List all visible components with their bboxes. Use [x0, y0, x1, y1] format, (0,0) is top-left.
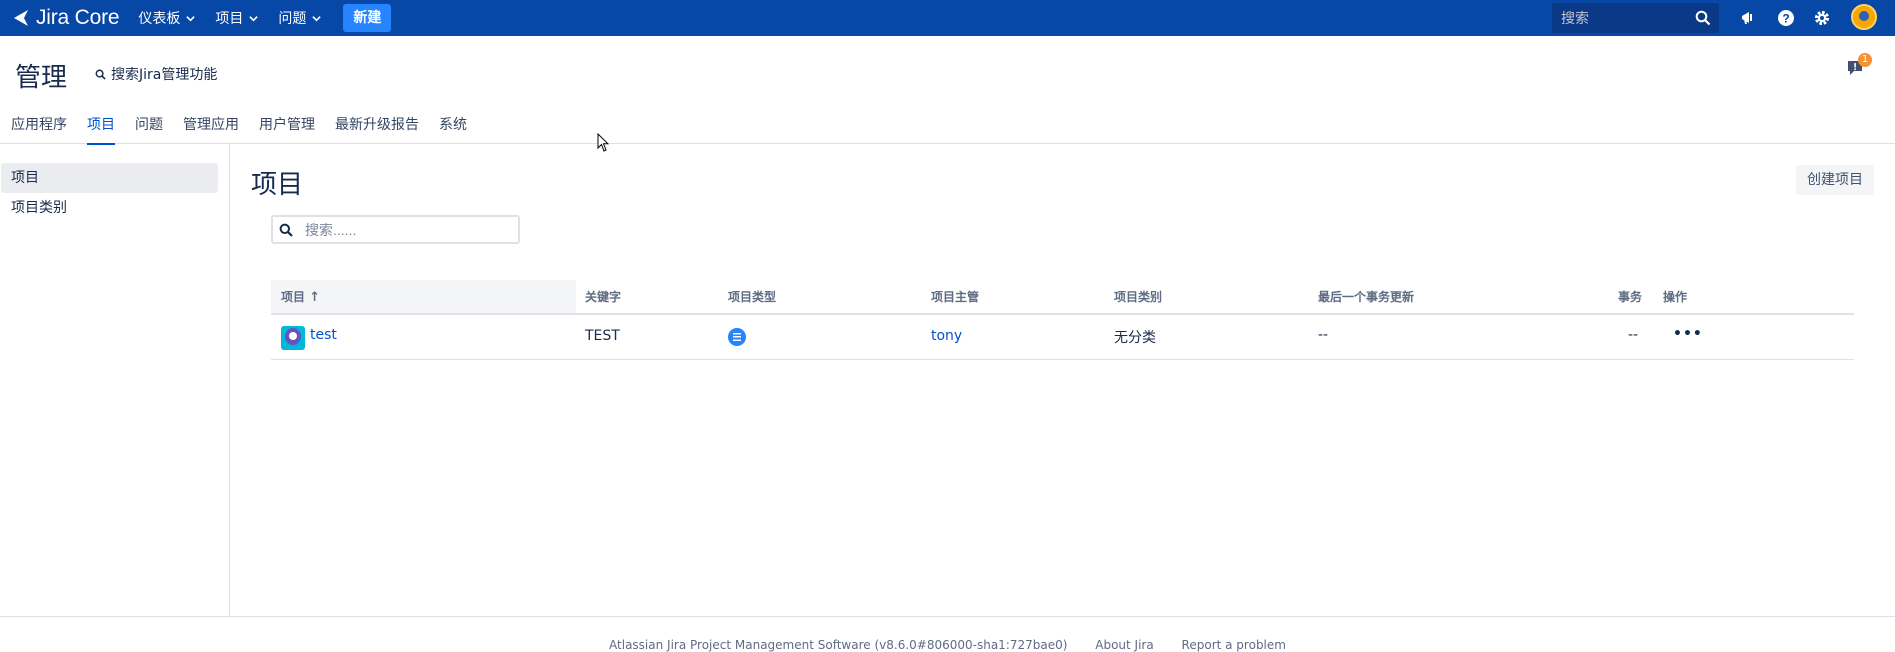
business-project-icon — [728, 328, 746, 346]
footer-version: Atlassian Jira Project Management Softwa… — [609, 638, 1068, 652]
sidebar: 项目 项目类别 — [0, 144, 230, 616]
projects-table: 项目 ↑ 关键字 项目类型 项目主管 项目类别 最后一个事务更新 事务 操作 t… — [271, 280, 1854, 360]
admin-title: 管理 — [15, 63, 68, 93]
last-issue-update: -- — [1318, 327, 1329, 343]
dashboards-menu[interactable]: 仪表板 — [138, 8, 196, 28]
project-filter — [271, 215, 520, 244]
tab-user-management[interactable]: 用户管理 — [259, 114, 315, 144]
user-avatar[interactable] — [1851, 4, 1877, 30]
sort-ascending-icon: ↑ — [309, 290, 321, 305]
settings-icon[interactable] — [1811, 7, 1833, 29]
footer-report-link[interactable]: Report a problem — [1182, 638, 1286, 652]
sidebar-item-project-categories[interactable]: 项目类别 — [0, 193, 218, 223]
admin-search-label: 搜索Jira管理功能 — [111, 67, 218, 83]
issues-menu[interactable]: 问题 — [278, 8, 322, 28]
tab-manage-apps[interactable]: 管理应用 — [183, 114, 239, 144]
logo-text: Jira Core — [36, 6, 120, 29]
project-category: 无分类 — [1114, 330, 1156, 346]
footer: Atlassian Jira Project Management Softwa… — [0, 638, 1895, 652]
footer-divider — [0, 616, 1895, 617]
jira-logo[interactable]: Jira Core — [12, 6, 120, 30]
tab-latest-upgrade-report[interactable]: 最新升级报告 — [335, 114, 419, 144]
column-header-project-label: 项目 — [281, 290, 306, 304]
question-icon: ? — [1778, 10, 1794, 26]
column-header-category: 项目类别 — [1114, 290, 1163, 304]
issue-count: -- — [1628, 327, 1639, 343]
column-header-last-update: 最后一个事务更新 — [1318, 290, 1415, 304]
footer-about-link[interactable]: About Jira — [1095, 638, 1153, 652]
feedback-badge: 1 — [1858, 53, 1872, 67]
notifications-icon[interactable] — [1738, 7, 1760, 29]
tab-system[interactable]: 系统 — [439, 114, 467, 144]
chevron-down-icon — [186, 15, 196, 21]
project-search-input[interactable] — [305, 221, 505, 238]
search-icon — [279, 223, 293, 237]
project-avatar — [281, 326, 305, 350]
projects-menu[interactable]: 项目 — [215, 8, 259, 28]
issues-menu-label: 问题 — [278, 11, 307, 27]
page-title: 项目 — [251, 170, 304, 200]
help-icon[interactable]: ? — [1775, 7, 1797, 29]
project-name-link[interactable]: test — [310, 327, 337, 343]
jira-logo-icon — [14, 10, 28, 26]
projects-menu-label: 项目 — [215, 11, 244, 27]
column-header-project[interactable]: 项目 ↑ — [281, 288, 320, 305]
table-header: 项目 ↑ 关键字 项目类型 项目主管 项目类别 最后一个事务更新 事务 操作 — [271, 280, 1854, 315]
column-header-actions: 操作 — [1663, 290, 1688, 304]
mouse-cursor-icon — [597, 133, 609, 152]
project-type — [728, 328, 746, 350]
dashboards-menu-label: 仪表板 — [138, 11, 181, 27]
feedback-button[interactable]: 1 — [1846, 53, 1872, 80]
search-icon — [1695, 10, 1711, 26]
create-project-button[interactable]: 创建项目 — [1796, 165, 1874, 195]
tab-issues[interactable]: 问题 — [135, 114, 163, 144]
create-button[interactable]: 新建 — [343, 4, 392, 32]
column-header-type: 项目类型 — [728, 290, 777, 304]
column-header-lead: 项目主管 — [931, 290, 980, 304]
table-row: test TEST tony 无分类 -- -- ••• — [271, 315, 1854, 360]
more-actions-button[interactable]: ••• — [1673, 326, 1703, 342]
global-search-placeholder: 搜索 — [1561, 11, 1589, 27]
column-header-key[interactable]: 关键字 — [585, 288, 621, 305]
chevron-down-icon — [249, 15, 259, 21]
project-key: TEST — [585, 328, 620, 344]
global-search-input[interactable]: 搜索 — [1552, 3, 1719, 33]
column-header-issues: 事务 — [1618, 290, 1643, 304]
admin-search-link[interactable]: 搜索Jira管理功能 — [95, 64, 217, 84]
top-navigation-bar: Jira Core 仪表板 项目 问题 新建 搜索 ? — [0, 0, 1895, 36]
megaphone-icon — [1742, 12, 1752, 24]
gear-icon — [1814, 10, 1830, 26]
project-lead-link[interactable]: tony — [931, 328, 962, 344]
svg-text:?: ? — [1782, 12, 1789, 26]
search-icon — [95, 69, 106, 80]
sidebar-item-projects[interactable]: 项目 — [1, 163, 218, 193]
admin-tabs: 应用程序 项目 问题 管理应用 用户管理 最新升级报告 系统 — [0, 114, 1895, 145]
chevron-down-icon — [312, 15, 322, 21]
tab-projects[interactable]: 项目 — [87, 114, 115, 145]
tab-applications[interactable]: 应用程序 — [11, 114, 67, 144]
